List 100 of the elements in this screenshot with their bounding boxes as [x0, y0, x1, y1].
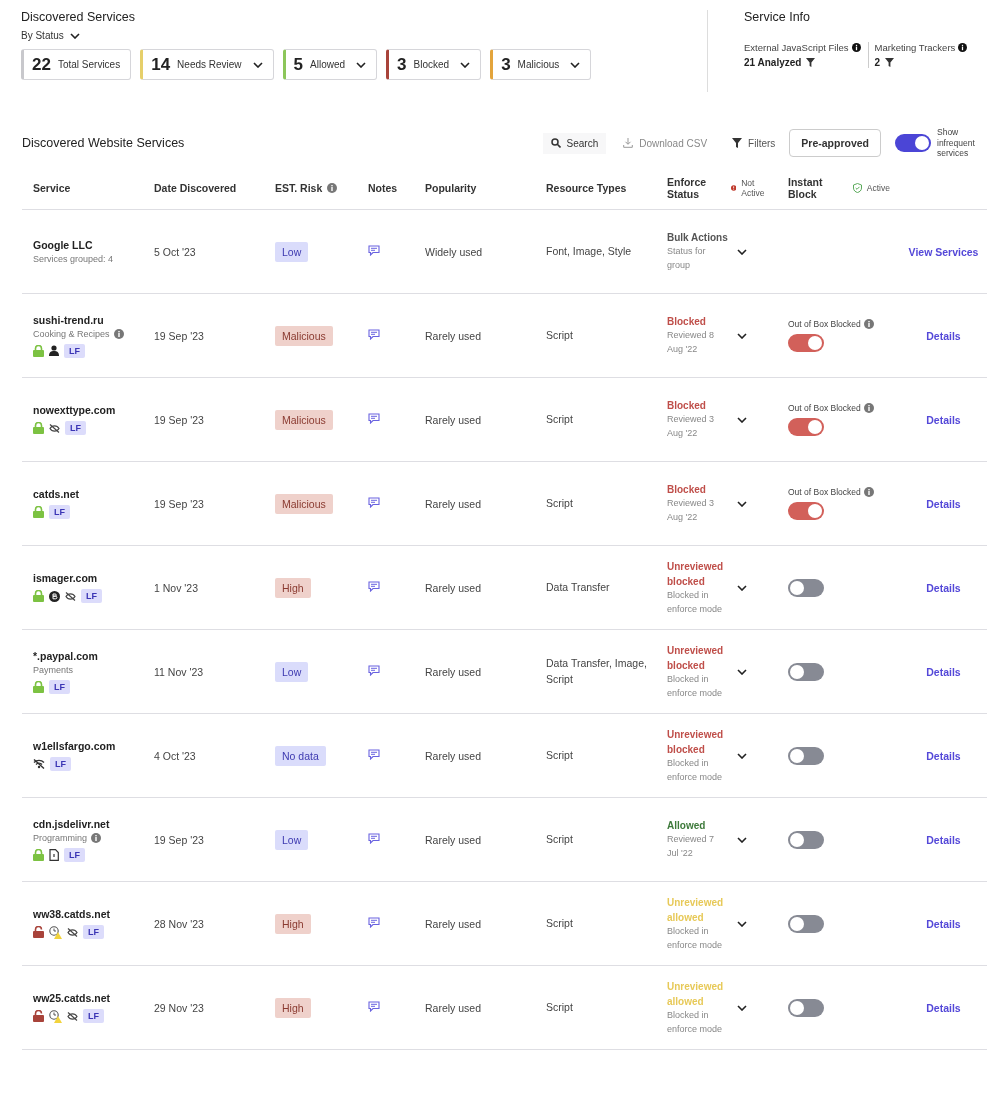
service-category: Payments	[33, 664, 74, 675]
status-note: Reviewed 3 Aug '22	[667, 497, 716, 524]
notes-icon[interactable]	[368, 413, 380, 424]
instant-block-toggle[interactable]	[788, 418, 824, 436]
column-header: Enforce Status	[667, 176, 708, 200]
instant-block-toggle[interactable]	[788, 746, 824, 765]
instant-block-toggle[interactable]	[788, 830, 824, 849]
details-link[interactable]: Details	[926, 917, 961, 930]
chevron-down-icon	[737, 500, 747, 507]
details-link[interactable]: Details	[926, 413, 961, 426]
column-header: Resource Types	[546, 182, 627, 194]
status-dropdown[interactable]	[737, 584, 747, 591]
toggle-label: Show infrequent services	[937, 127, 976, 159]
status-dropdown[interactable]	[737, 416, 747, 423]
risk-badge: High	[275, 997, 311, 1018]
status-note: Blocked in enforce mode	[667, 756, 724, 784]
pre-approved-button[interactable]: Pre-approved	[789, 129, 881, 157]
filters-button[interactable]: Filters	[724, 132, 784, 154]
details-link[interactable]: Details	[926, 833, 961, 846]
filter-icon[interactable]	[806, 58, 816, 67]
details-link[interactable]: View Services	[908, 245, 979, 258]
status-dropdown[interactable]	[737, 1004, 747, 1011]
popularity-cell-text: Widely used	[424, 245, 484, 258]
popularity-cell-text: Rarely used	[424, 917, 483, 930]
download-icon	[623, 138, 634, 148]
notes-icon[interactable]	[368, 581, 380, 592]
service-name: ismager.com	[33, 572, 99, 584]
eye-slash-icon	[67, 927, 78, 937]
column-header: EST. Risk	[275, 182, 323, 194]
status-card[interactable]: 14 Needs Review	[140, 49, 274, 80]
status-note: Blocked in enforce mode	[667, 924, 724, 952]
status-card[interactable]: 3 Malicious	[490, 49, 592, 80]
info-icon	[863, 487, 874, 497]
enforce-status: Unreviewed blocked	[667, 727, 725, 757]
chevron-down-icon	[570, 61, 581, 68]
unlocked-lock-icon	[33, 926, 44, 938]
status-card[interactable]: 22 Total Services	[21, 49, 132, 80]
notes-icon[interactable]	[368, 665, 380, 676]
notes-icon[interactable]	[368, 917, 380, 928]
resource-types-cell-text: Script	[545, 831, 574, 847]
status-note: Reviewed 8 Aug '22	[667, 329, 716, 356]
tag: LF	[49, 505, 70, 519]
notes-icon[interactable]	[368, 1001, 380, 1012]
notes-icon[interactable]	[368, 329, 380, 340]
risk-badge: Low	[275, 661, 309, 682]
column-header: Notes	[368, 182, 398, 194]
risk-badge: Malicious	[275, 493, 333, 514]
legend-label: Not Active	[741, 177, 766, 199]
instant-block-toggle[interactable]	[788, 334, 824, 352]
chevron-down-icon	[252, 61, 263, 68]
service-name: nowexttype.com	[33, 404, 117, 416]
notes-icon[interactable]	[368, 245, 380, 256]
column-header: Date Discovered	[154, 182, 237, 194]
status-dropdown[interactable]	[737, 836, 747, 843]
chevron-down-icon	[356, 61, 367, 68]
service-category: Cooking & Recipes	[33, 328, 110, 339]
details-link[interactable]: Details	[926, 1001, 961, 1014]
notes-icon[interactable]	[368, 497, 380, 508]
details-link[interactable]: Details	[926, 581, 961, 594]
details-link[interactable]: Details	[926, 497, 961, 510]
status-note: Blocked in enforce mode	[667, 588, 724, 616]
status-dropdown[interactable]	[737, 752, 747, 759]
instant-block-toggle[interactable]	[788, 662, 824, 681]
popularity-cell-text: Rarely used	[424, 413, 483, 426]
status-dropdown[interactable]	[737, 248, 747, 255]
status-card[interactable]: 3 Blocked	[386, 49, 482, 80]
status-dropdown[interactable]	[737, 332, 747, 339]
enforce-status: Unreviewed blocked	[667, 559, 725, 589]
instant-block-toggle[interactable]	[788, 578, 824, 597]
instant-block-toggle[interactable]	[788, 914, 824, 933]
instant-block-label: Out of Box Blocked	[788, 319, 861, 329]
date-cell-text: 1 Nov '23	[153, 581, 200, 594]
popularity-cell-text: Rarely used	[424, 497, 483, 510]
service-name: ww25.catds.net	[33, 992, 112, 1004]
download-button[interactable]: Download CSV	[615, 132, 716, 154]
toggle-switch[interactable]	[895, 134, 931, 152]
status-dropdown[interactable]	[737, 500, 747, 507]
unlocked-lock-icon	[33, 1010, 44, 1022]
status-dropdown[interactable]	[737, 668, 747, 675]
search-button[interactable]: Search	[542, 132, 607, 154]
tag: LF	[81, 589, 102, 603]
tag: LF	[49, 679, 70, 694]
service-count: 14	[151, 54, 171, 75]
instant-block-toggle[interactable]	[788, 502, 824, 520]
instant-block-label: Out of Box Blocked	[788, 403, 861, 413]
status-dropdown[interactable]	[737, 920, 747, 927]
details-link[interactable]: Details	[926, 665, 961, 678]
details-link[interactable]: Details	[926, 749, 961, 762]
service-category: Programming	[33, 832, 88, 843]
chevron-down-icon	[737, 584, 747, 591]
filter-icon[interactable]	[885, 58, 895, 67]
group-by-dropdown[interactable]: By Status	[21, 30, 80, 41]
details-link[interactable]: Details	[926, 329, 961, 342]
notes-icon[interactable]	[368, 833, 380, 844]
instant-block-toggle[interactable]	[788, 998, 824, 1017]
status-card[interactable]: 5 Allowed	[282, 49, 378, 80]
chevron-down-icon	[737, 752, 747, 759]
eye-slash-icon	[65, 591, 76, 601]
service-name: ww38.catds.net	[33, 908, 112, 920]
notes-icon[interactable]	[368, 749, 380, 760]
